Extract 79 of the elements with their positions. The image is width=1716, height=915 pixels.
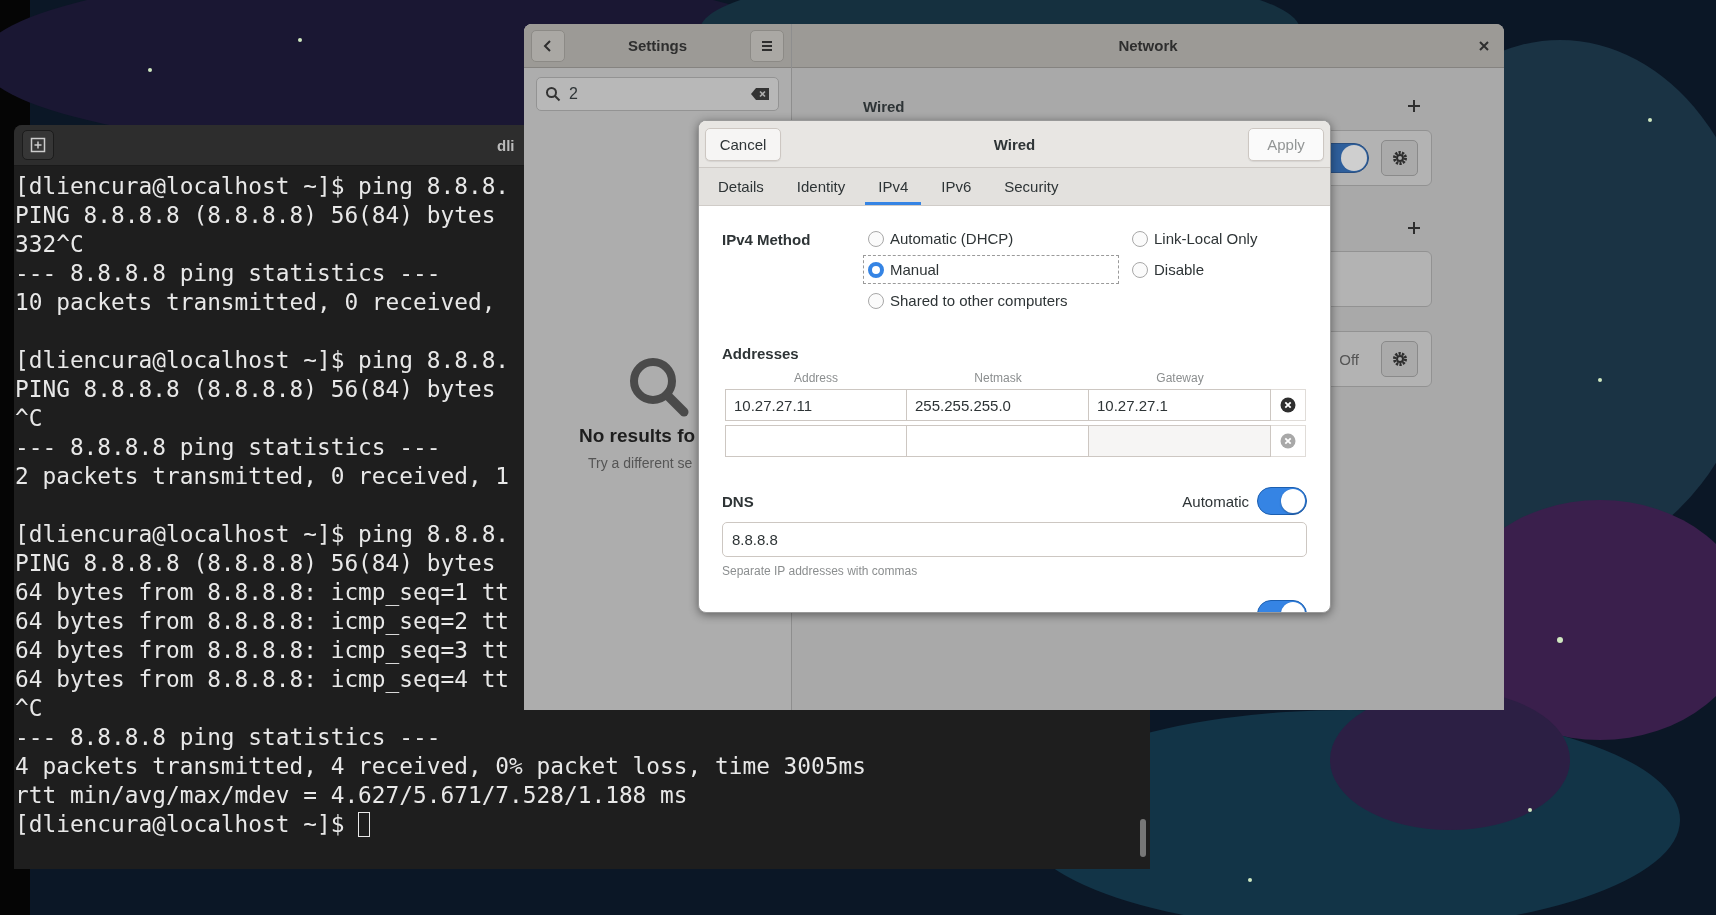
tab[interactable]: Details	[705, 168, 777, 205]
close-icon[interactable]	[1478, 40, 1490, 52]
page-title: Network	[1118, 37, 1178, 54]
terminal-line: ^C	[15, 404, 43, 433]
clear-icon[interactable]	[750, 87, 770, 101]
terminal-line: [dliencura@localhost ~]$ ping 8.8.8.	[15, 346, 510, 375]
terminal-line: 64 bytes from 8.8.8.8: icmp_seq=2 tt	[15, 607, 510, 636]
terminal-line: 332^C	[15, 230, 84, 259]
terminal-line: PING 8.8.8.8 (8.8.8.8) 56(84) bytes	[15, 375, 496, 404]
terminal-line: rtt min/avg/max/mdev = 4.627/5.671/7.528/1.188 ms	[15, 781, 688, 810]
add-icon[interactable]	[1407, 99, 1421, 113]
remove-icon	[1280, 433, 1296, 449]
dns-field[interactable]: 8.8.8.8	[722, 522, 1307, 557]
remove-icon[interactable]	[1280, 397, 1296, 413]
radio-option[interactable]: Manual	[863, 255, 1119, 284]
terminal-line: --- 8.8.8.8 ping statistics ---	[15, 723, 441, 752]
radio-button[interactable]	[868, 292, 884, 309]
window-title: dli	[497, 136, 515, 154]
toggle-label: Automatic	[1182, 492, 1249, 510]
tab[interactable]: Identity	[783, 168, 859, 205]
radio-button[interactable]	[868, 230, 884, 247]
terminal-line: [dliencura@localhost ~]$ ping 8.8.8.	[15, 172, 510, 201]
section-heading: DNS	[722, 492, 755, 510]
input-field[interactable]	[725, 425, 907, 457]
menu-button[interactable]	[750, 29, 784, 62]
empty-state-hint: Try a different se	[588, 455, 693, 471]
terminal-line: PING 8.8.8.8 (8.8.8.8) 56(84) bytes	[15, 201, 496, 230]
terminal-line: --- 8.8.8.8 ping statistics ---	[15, 433, 441, 462]
radio-button[interactable]	[868, 261, 884, 278]
toggle-switch[interactable]	[1257, 487, 1307, 515]
dialog-title: Wired	[993, 135, 1036, 153]
field-hint: Separate IP addresses with commas	[722, 564, 919, 578]
empty-state-title: No results fo	[579, 425, 696, 447]
new-tab-button[interactable]	[22, 130, 54, 160]
section-heading: Addresses	[722, 345, 800, 362]
radio-option[interactable]: Disable	[1127, 255, 1307, 284]
terminal-line: [dliencura@localhost ~]$ ping 8.8.8.	[15, 520, 510, 549]
input-field[interactable]: 255.255.255.0	[907, 389, 1089, 421]
settings-button[interactable]	[1381, 341, 1418, 377]
tab[interactable]: IPv4	[865, 168, 922, 205]
gear-icon	[1390, 350, 1409, 368]
back-button[interactable]	[531, 29, 565, 62]
radio-option[interactable]: Shared to other computers	[863, 286, 1119, 315]
column-header: Address	[793, 371, 839, 385]
terminal-line: 4 packets transmitted, 4 received, 0% packet loss, time 3005ms	[15, 752, 866, 781]
field-label: IPv4 Method	[722, 231, 812, 250]
section-heading: Wired	[863, 97, 905, 115]
tab[interactable]: Security	[991, 168, 1072, 205]
terminal-line: --- 8.8.8.8 ping statistics ---	[15, 259, 441, 288]
sidebar-title: Settings	[627, 37, 688, 54]
new-tab-icon	[30, 137, 46, 153]
settings-button[interactable]	[1381, 140, 1418, 176]
scrollbar[interactable]	[1140, 819, 1146, 857]
column-header: Netmask	[973, 371, 1023, 385]
input-field[interactable]	[907, 425, 1089, 457]
terminal-line: ^C	[15, 694, 43, 723]
terminal-line: PING 8.8.8.8 (8.8.8.8) 56(84) bytes	[15, 549, 496, 578]
radio-option[interactable]: Link-Local Only	[1127, 224, 1307, 253]
input-field[interactable]: 10.27.27.1	[1089, 389, 1271, 421]
terminal-line: 10 packets transmitted, 0 received,	[15, 288, 496, 317]
input-field[interactable]: 10.27.27.11	[725, 389, 907, 421]
terminal-line: [dliencura@localhost ~]$	[15, 810, 345, 839]
menu-icon	[761, 39, 773, 52]
radio-option[interactable]: Automatic (DHCP)	[863, 224, 1119, 253]
terminal-line: 64 bytes from 8.8.8.8: icmp_seq=1 tt	[15, 578, 510, 607]
search-icon	[545, 86, 561, 102]
terminal-line: 2 packets transmitted, 0 received, 1	[15, 462, 510, 491]
status-label: Off	[1339, 350, 1359, 368]
terminal-line: 64 bytes from 8.8.8.8: icmp_seq=3 tt	[15, 636, 510, 665]
cancel-button[interactable]: Cancel	[705, 127, 781, 161]
back-icon	[542, 38, 554, 53]
radio-button[interactable]	[1132, 261, 1148, 278]
terminal-line: 64 bytes from 8.8.8.8: icmp_seq=4 tt	[15, 665, 510, 694]
add-icon[interactable]	[1407, 221, 1421, 235]
radio-button[interactable]	[1132, 230, 1148, 247]
tab[interactable]: IPv6	[928, 168, 985, 205]
search-field[interactable]: 2	[536, 77, 779, 111]
column-header: Gateway	[1155, 371, 1205, 385]
gear-icon	[1390, 149, 1409, 167]
